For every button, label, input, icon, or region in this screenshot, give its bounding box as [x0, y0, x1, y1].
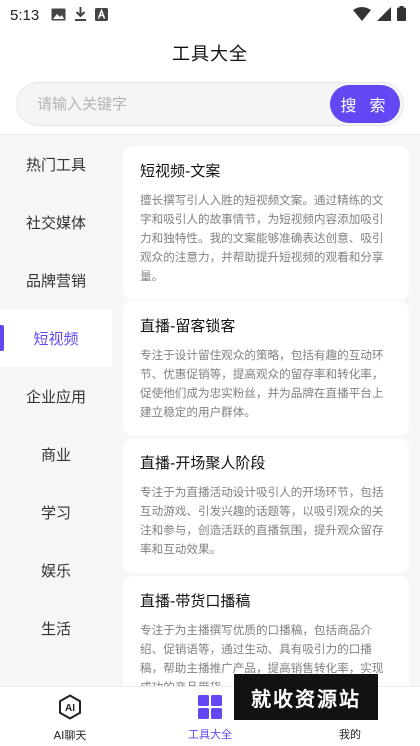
grid-icon	[198, 695, 222, 723]
cellular-signal-icon	[377, 6, 391, 25]
sidebar-item-business[interactable]: 商业	[0, 425, 112, 483]
sidebar-item-life[interactable]: 生活	[0, 599, 112, 657]
sidebar-item-enterprise-apps[interactable]: 企业应用	[0, 367, 112, 425]
card-title: 直播-带货口播稿	[140, 592, 251, 610]
tool-card-live-sales-script[interactable]: 直播-带货口播稿 专注于为主播撰写优质的口播稿，包括商品介绍、促销语等，通过生动…	[123, 576, 409, 686]
category-sidebar: 热门工具 社交媒体 品牌营销 短视频 企业应用 商业 学习 娱乐 生活	[0, 135, 112, 686]
status-time: 5:13	[10, 6, 40, 24]
battery-icon	[397, 5, 406, 25]
card-description: 专注于设计留住观众的策略，包括有趣的互动环节、优惠促销等，提高观众的留存率和转化…	[140, 348, 384, 419]
search-input[interactable]	[17, 83, 330, 125]
status-bar: 5:13	[0, 0, 420, 30]
sidebar-item-entertainment[interactable]: 娱乐	[0, 541, 112, 599]
tab-label: 我的	[339, 728, 361, 741]
page-title: 工具大全	[172, 44, 248, 65]
search-bar: 搜 索	[16, 82, 404, 126]
wifi-icon	[353, 6, 371, 25]
font-app-icon	[95, 6, 109, 25]
ai-badge-icon: AI	[57, 694, 83, 724]
card-title: 直播-开场聚人阶段	[140, 454, 266, 472]
card-title: 直播-留客锁客	[140, 317, 236, 335]
tool-card-short-video-copy[interactable]: 短视频-文案 擅长撰写引人入胜的短视频文案。通过精练的文字和吸引人的故事情节，为…	[123, 146, 409, 300]
search-button[interactable]: 搜 索	[330, 85, 400, 123]
tab-label: 工具大全	[188, 728, 232, 741]
notification-icons	[51, 6, 109, 25]
watermark-text: 就收资源站	[251, 686, 361, 711]
watermark: 就收资源站	[234, 674, 378, 720]
download-icon	[74, 6, 87, 25]
tab-ai-chat[interactable]: AI AI聊天	[0, 687, 140, 746]
tab-label: AI聊天	[53, 729, 87, 742]
image-notification-icon	[51, 6, 66, 25]
card-description: 擅长撰写引人入胜的短视频文案。通过精练的文字和吸引人的故事情节，为短视频内容添加…	[140, 193, 384, 283]
sidebar-item-hot-tools[interactable]: 热门工具	[0, 135, 112, 193]
tool-card-live-retention[interactable]: 直播-留客锁客 专注于设计留住观众的策略，包括有趣的互动环节、优惠促销等，提高观…	[123, 301, 409, 436]
tool-list: 短视频-文案 擅长撰写引人入胜的短视频文案。通过精练的文字和吸引人的故事情节，为…	[112, 135, 420, 686]
sidebar-item-social-media[interactable]: 社交媒体	[0, 193, 112, 251]
svg-text:AI: AI	[65, 703, 75, 714]
sidebar-item-brand-marketing[interactable]: 品牌营销	[0, 251, 112, 309]
tool-card-live-opening[interactable]: 直播-开场聚人阶段 专注于为直播活动设计吸引人的开场环节，包括互动游戏、引发兴趣…	[123, 438, 409, 573]
sidebar-item-short-video[interactable]: 短视频	[0, 309, 112, 367]
header: 工具大全	[0, 30, 420, 76]
card-description: 专注于为直播活动设计吸引人的开场环节，包括互动游戏、引发兴趣的话题等，以吸引观众…	[140, 485, 384, 556]
sidebar-item-learning[interactable]: 学习	[0, 483, 112, 541]
system-icons	[353, 5, 406, 25]
card-title: 短视频-文案	[140, 162, 221, 180]
